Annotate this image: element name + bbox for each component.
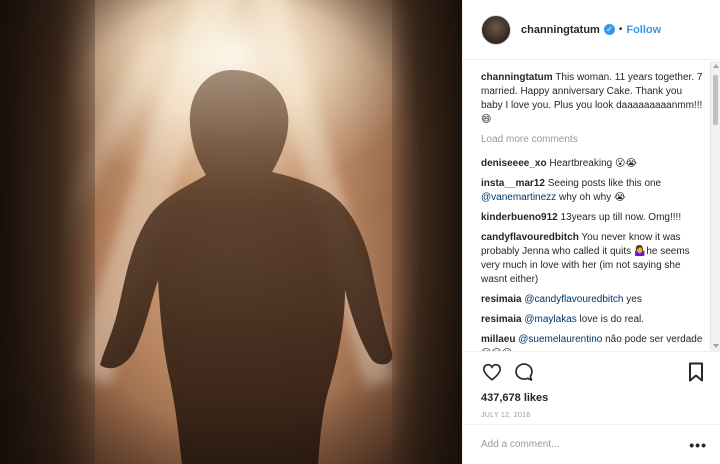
comment-text: love is do real. [579,314,645,325]
load-more-comments-link[interactable]: Load more comments [481,133,705,147]
caption-username[interactable]: channingtatum [481,72,553,83]
scroll-up-arrow-icon[interactable] [713,64,719,68]
comment-item: candyflavouredbitch You never know it wa… [481,231,705,287]
comment-username[interactable]: millaeu [481,334,515,345]
comment-text: 13years up till now. Omg!!!! [560,212,682,223]
more-options-icon[interactable]: ••• [689,437,707,453]
comment-username[interactable]: deniseeee_xo [481,158,547,169]
comment-item: kinderbueno912 13years up till now. Omg!… [481,211,705,225]
comment-text: yes [626,294,642,305]
comment-item: deniseeee_xo Heartbreaking 😮😭 [481,157,705,171]
comments-list[interactable]: channingtatum This woman. 11 years toget… [463,61,720,351]
comment-username[interactable]: insta__mar12 [481,178,545,189]
verified-badge-icon: ✓ [603,24,615,35]
comment-text: why oh why 😭 [558,192,626,203]
comment-mention-link[interactable]: @vanemartinezz [481,192,556,203]
photo-vignette [0,0,462,464]
avatar[interactable] [481,14,511,45]
comment-item: insta__mar12 Seeing posts like this one … [481,177,705,205]
scroll-down-arrow-icon[interactable] [713,344,719,348]
comment-text: Heartbreaking 😮😭 [549,158,638,169]
action-icons-row [481,360,707,384]
comment-mention-link[interactable]: @candyflavouredbitch [524,294,623,305]
post-photo[interactable] [0,0,462,464]
add-comment-input[interactable] [481,439,690,450]
scrollbar-thumb[interactable] [713,75,718,125]
comment-text: Seeing posts like this one [547,178,662,189]
follow-button[interactable]: Follow [626,24,661,36]
post-actions: 437,678 likes JULY 12, 2016 [463,351,720,419]
comment-username[interactable]: candyflavouredbitch [481,232,579,243]
comment-username[interactable]: resimaia [481,294,522,305]
comment-item: millaeu @suemelaurentino não pode ser ve… [481,333,705,351]
comment-item: resimaia @maylakas love is do real. [481,313,705,327]
bookmark-icon[interactable] [685,361,707,383]
comment-item: resimaia @candyflavouredbitch yes [481,293,705,307]
comment-mention-link[interactable]: @suemelaurentino [518,334,602,345]
comments-scrollbar[interactable] [710,61,720,351]
heart-icon[interactable] [481,361,503,383]
post-header: channingtatum ✓ • Follow [463,0,720,60]
post-date: JULY 12, 2016 [481,412,531,419]
comment-mention-link[interactable]: @maylakas [524,314,576,325]
post-caption: channingtatum This woman. 11 years toget… [481,71,705,127]
likes-count[interactable]: 437,678 likes [481,392,707,404]
header-separator: • [618,24,623,35]
header-username[interactable]: channingtatum [521,24,600,36]
comment-username[interactable]: kinderbueno912 [481,212,558,223]
comment-bubble-icon[interactable] [513,361,535,383]
add-comment-bar: ••• [463,424,720,464]
post-sidebar: channingtatum ✓ • Follow channingtatum T… [462,0,720,464]
comment-username[interactable]: resimaia [481,314,522,325]
